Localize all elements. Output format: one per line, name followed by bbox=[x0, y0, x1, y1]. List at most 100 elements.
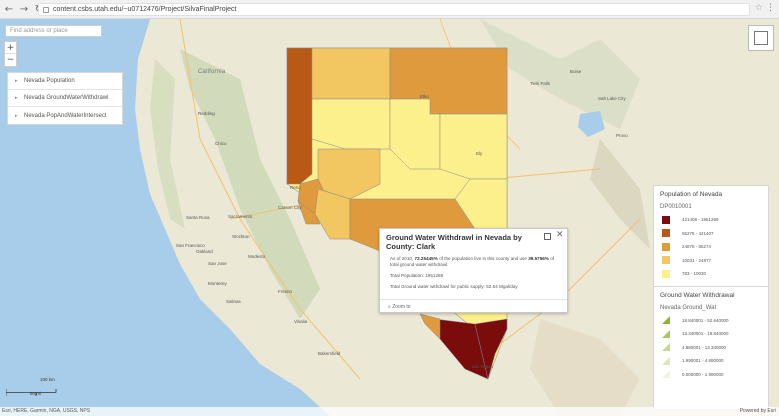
legend-divider bbox=[654, 285, 768, 287]
legend-swatch bbox=[662, 356, 670, 365]
overview-icon bbox=[754, 31, 768, 45]
city-label: Ely bbox=[476, 151, 483, 156]
zoom-to-link[interactable]: ⌕ Zoom to bbox=[380, 299, 567, 313]
legend-label: 24876 - 55274 bbox=[682, 244, 712, 250]
legend-label: 55275 - 421407 bbox=[682, 230, 714, 236]
legend-title-population: Population of Nevada bbox=[660, 191, 723, 198]
withdrawal-percent: 39.5756% bbox=[528, 256, 549, 261]
back-icon[interactable]: ← bbox=[3, 3, 15, 15]
expand-icon[interactable]: ▸ bbox=[15, 78, 21, 84]
city-label: Modesto bbox=[248, 254, 266, 259]
city-label: Visalia bbox=[294, 319, 308, 324]
powered-by[interactable]: Powered by Esri bbox=[740, 408, 776, 414]
info-popup: Ground Water Withdrawl in Nevada by Coun… bbox=[379, 228, 568, 313]
legend-field: DP0010001 bbox=[660, 204, 692, 210]
county-washoe bbox=[286, 47, 313, 185]
total-population: Total Population: 1951269 bbox=[390, 273, 444, 278]
zoom-to-label: Zoom to bbox=[392, 304, 411, 310]
summary-text: As of 2010, bbox=[390, 256, 414, 261]
legend-field: Nevada Ground_Wat bbox=[660, 304, 717, 311]
county-humboldt bbox=[311, 47, 391, 100]
url-text: content.csbs.utah.edu/~u0712476/Project/… bbox=[53, 6, 237, 13]
legend-label: 1.990001 - 4.880000 bbox=[682, 358, 724, 364]
city-label: Santa Rosa bbox=[186, 215, 210, 220]
expand-icon[interactable]: ▸ bbox=[15, 95, 21, 101]
city-label: Twin Falls bbox=[530, 81, 551, 86]
city-label: Redding bbox=[198, 111, 215, 116]
legend-row: 24876 - 55274 bbox=[654, 240, 768, 254]
legend-row: 1.990001 - 4.880000 bbox=[654, 354, 768, 368]
city-label: Elko bbox=[420, 94, 429, 99]
layer-item-intersect[interactable]: ▸ Nevada PopAndWaterIntersect bbox=[8, 107, 122, 124]
layer-label: Nevada Population bbox=[24, 78, 75, 84]
city-label: Reno bbox=[290, 185, 301, 190]
city-label: San Francisco bbox=[176, 243, 205, 248]
close-icon[interactable]: ✕ bbox=[556, 230, 564, 240]
scale-bar bbox=[5, 383, 61, 396]
legend-swatch bbox=[662, 316, 670, 325]
popup-title: Ground Water Withdrawl in Nevada by Coun… bbox=[386, 233, 522, 251]
layer-label: Nevada GroundWaterWithdrawl bbox=[24, 95, 109, 101]
city-label: Las Vegas bbox=[472, 364, 494, 369]
overview-map-button[interactable] bbox=[748, 25, 774, 51]
legend-swatch bbox=[662, 343, 670, 352]
legend-label: 10031 - 24877 bbox=[682, 257, 712, 263]
summary-text: of the population live in this county an… bbox=[439, 256, 527, 261]
legend-swatch bbox=[662, 229, 670, 238]
zoom-control: + − bbox=[4, 41, 17, 67]
popup-summary: As of 2010, 72.25445% of the population … bbox=[390, 256, 560, 268]
county-white-pine bbox=[439, 113, 508, 180]
legend-label: 13.340001 - 18.840000 bbox=[682, 331, 729, 337]
city-label: Bakersfield bbox=[318, 351, 341, 356]
browser-menu-icon[interactable]: ⋮ bbox=[766, 3, 775, 13]
legend-label: 0.000000 - 1.990000 bbox=[682, 371, 724, 377]
search-input[interactable]: Find address or place bbox=[5, 25, 102, 37]
population-percent: 72.25445% bbox=[414, 256, 438, 261]
legend-row: 421408 - 1951269 bbox=[654, 213, 768, 227]
city-label: Stockton bbox=[232, 234, 250, 239]
city-label: Salinas bbox=[226, 299, 241, 304]
zoom-in-button[interactable]: + bbox=[5, 42, 16, 54]
legend-row: 18.840001 - 52.640000 bbox=[654, 314, 768, 328]
layer-item-population[interactable]: ▸ Nevada Population bbox=[8, 73, 122, 90]
forward-icon[interactable]: → bbox=[18, 3, 30, 15]
legend-label: 421408 - 1951269 bbox=[682, 217, 719, 223]
layer-label: Nevada PopAndWaterIntersect bbox=[24, 112, 107, 119]
attribution-text: Esri, HERE, Garmin, NGA, USGS, NPS bbox=[2, 408, 91, 414]
maximize-icon[interactable] bbox=[544, 233, 551, 240]
county-pershing bbox=[311, 98, 391, 150]
browser-toolbar: ← → ↻ content.csbs.utah.edu/~u0712476/Pr… bbox=[0, 0, 779, 19]
address-bar[interactable]: content.csbs.utah.edu/~u0712476/Project/… bbox=[38, 3, 750, 16]
legend-swatch bbox=[662, 329, 670, 338]
zoom-out-button[interactable]: − bbox=[5, 54, 16, 66]
legend-row: 783 - 10030 bbox=[654, 267, 768, 281]
city-label: Oakland bbox=[196, 249, 213, 254]
total-withdrawal: Total Ground water withdrawl for public … bbox=[390, 284, 518, 289]
attribution-bar: Esri, HERE, Garmin, NGA, USGS, NPS Power… bbox=[0, 407, 779, 416]
city-label: San Jose bbox=[208, 261, 227, 266]
scale-km: 100 km bbox=[40, 377, 55, 382]
state-label-california: California bbox=[198, 69, 226, 75]
legend-row: 13.340001 - 18.840000 bbox=[654, 327, 768, 341]
bookmark-star-icon[interactable]: ☆ bbox=[755, 3, 763, 13]
legend-swatch bbox=[662, 269, 670, 278]
legend-row: 10031 - 24877 bbox=[654, 254, 768, 268]
legend-swatch bbox=[662, 242, 670, 251]
layer-list: ▸ Nevada Population ▸ Nevada GroundWater… bbox=[7, 72, 123, 125]
city-label: Carson City bbox=[278, 205, 302, 210]
page-info-icon[interactable] bbox=[43, 6, 49, 13]
legend-label: 4.880001 - 13.340000 bbox=[682, 344, 727, 350]
city-label: Fresno bbox=[278, 289, 293, 294]
layer-item-groundwater[interactable]: ▸ Nevada GroundWaterWithdrawl bbox=[8, 90, 122, 107]
city-label: Boise bbox=[570, 69, 582, 74]
popup-body: As of 2010, 72.25445% of the population … bbox=[390, 256, 560, 295]
expand-icon[interactable]: ▸ bbox=[15, 113, 21, 119]
city-label: Sacramento bbox=[228, 214, 253, 219]
legend-label: 783 - 10030 bbox=[682, 271, 707, 277]
legend-row: 4.880001 - 13.340000 bbox=[654, 341, 768, 355]
legend-swatch bbox=[662, 256, 670, 265]
legend-title-water: Ground Water Withdrawal bbox=[660, 291, 735, 299]
city-label: Provo bbox=[616, 133, 628, 138]
legend-label: 18.840001 - 52.640000 bbox=[682, 317, 729, 323]
scale-mi: 60 mi bbox=[30, 391, 42, 396]
